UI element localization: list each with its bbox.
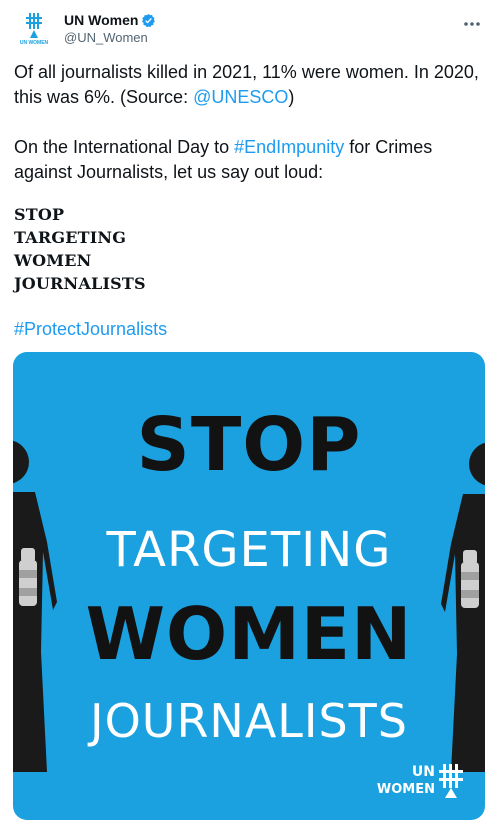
bold-line-stop: STOP	[14, 205, 65, 224]
day-text: On the International Day to	[14, 137, 235, 157]
bold-line-women: WOMEN	[14, 251, 92, 270]
logo-women-text: WOMEN	[377, 782, 435, 797]
account-handle[interactable]: @UN_Women	[64, 30, 148, 45]
unesco-mention-link[interactable]: @UNESCO	[193, 87, 288, 107]
poster-women: WOMEN	[85, 592, 413, 676]
tweet-paragraph-day: On the International Day to #EndImpunity…	[14, 135, 484, 185]
avatar[interactable]: UN WOMEN	[16, 10, 52, 46]
tweet-text: Of all journalists killed in 2021, 11% w…	[14, 60, 484, 342]
logo-un-text: UN	[412, 764, 435, 780]
tweet-header: UN WOMEN UN Women @UN_Women	[16, 8, 486, 48]
un-women-logo: UN WOMEN	[377, 764, 463, 798]
account-name[interactable]: UN Women	[64, 12, 138, 28]
endimpunity-hashtag-link[interactable]: #EndImpunity	[234, 137, 344, 157]
tweet-paragraph-stats: Of all journalists killed in 2021, 11% w…	[14, 60, 484, 110]
poster-stop: STOP	[136, 402, 362, 488]
protectjournalists-hashtag-link[interactable]: #ProtectJournalists	[14, 319, 167, 339]
poster-journalists: JOURNALISTS	[90, 694, 408, 748]
avatar-caption: UN WOMEN	[20, 40, 49, 46]
poster-targeting: TARGETING	[106, 522, 392, 578]
bold-line-journalists: JOURNALISTS	[14, 274, 146, 293]
verified-badge-icon	[142, 13, 156, 27]
bold-line-targeting: TARGETING	[14, 228, 127, 247]
more-options-icon[interactable]	[462, 14, 482, 34]
stats-text-end: )	[288, 87, 295, 107]
